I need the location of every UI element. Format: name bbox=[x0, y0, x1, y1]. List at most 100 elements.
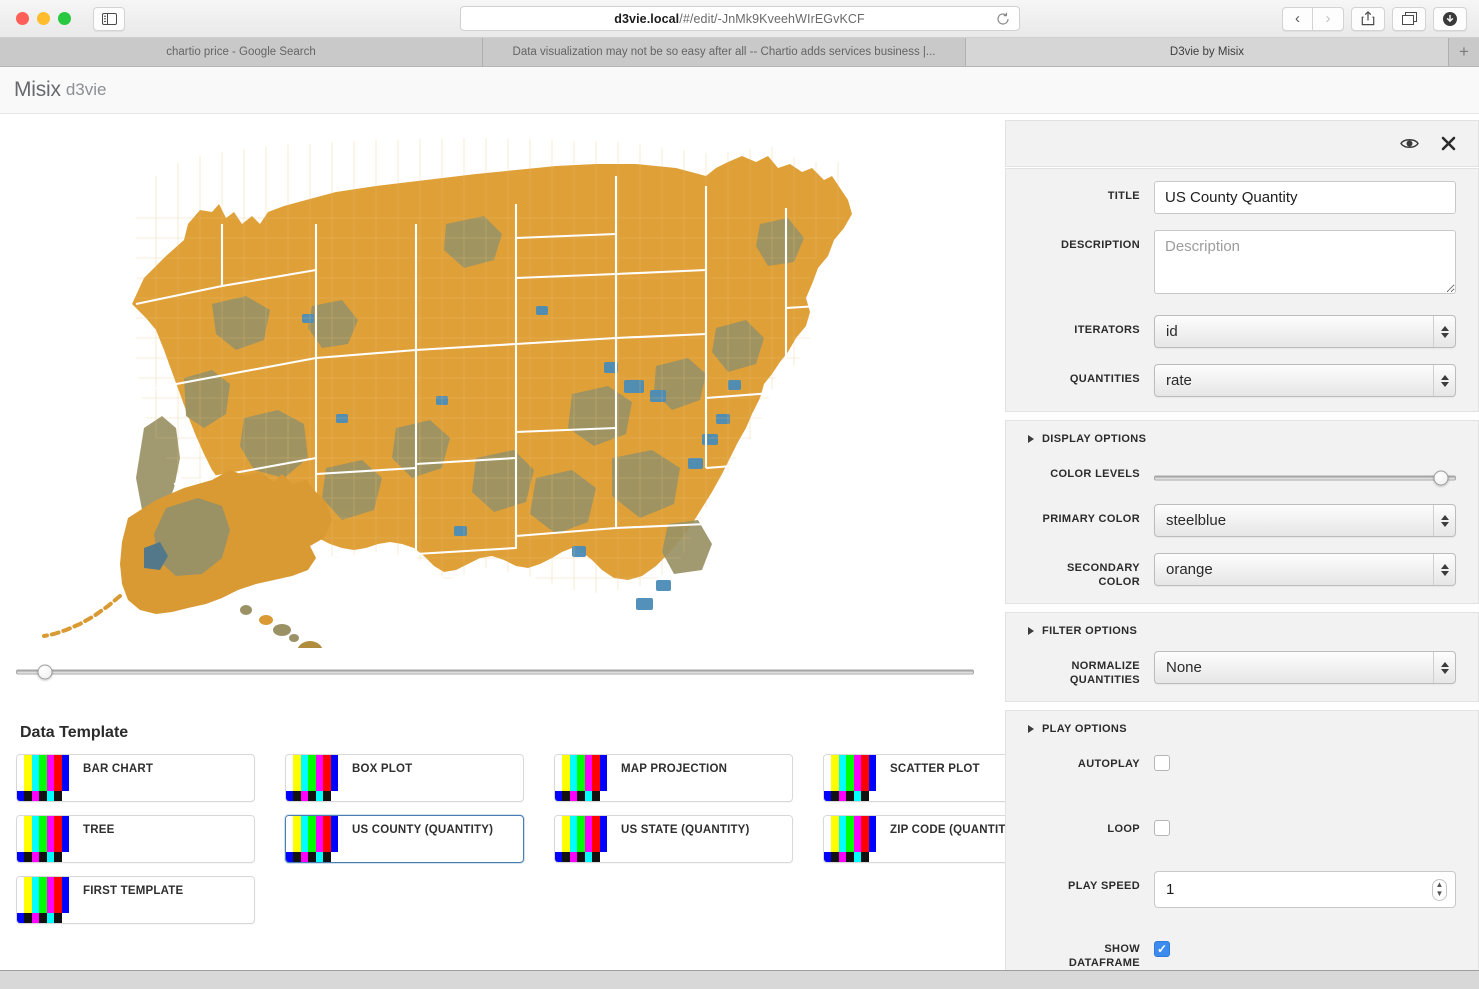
color-levels-rail bbox=[1154, 476, 1456, 481]
share-button[interactable] bbox=[1351, 7, 1385, 31]
play-speed-row: PLAY SPEED 1 ▲ ▼ bbox=[1028, 871, 1456, 908]
chevron-right-icon bbox=[1028, 725, 1034, 733]
chevron-right-icon: › bbox=[1326, 11, 1331, 26]
browser-tab-bar: chartio price - Google Search Data visua… bbox=[0, 38, 1479, 67]
new-tab-button[interactable]: + bbox=[1449, 38, 1479, 66]
template-card[interactable]: TREE bbox=[16, 815, 255, 863]
template-thumbnail-icon bbox=[17, 877, 69, 923]
normalize-quantities-select[interactable]: None bbox=[1154, 651, 1456, 684]
play-options-toggle[interactable]: PLAY OPTIONS bbox=[1028, 723, 1456, 735]
primary-color-row: PRIMARY COLOR steelblue bbox=[1028, 504, 1456, 537]
display-options-toggle[interactable]: DISPLAY OPTIONS bbox=[1028, 433, 1456, 445]
primary-color-label: PRIMARY COLOR bbox=[1028, 504, 1154, 526]
iterators-value: id bbox=[1166, 323, 1178, 340]
browser-toolbar: d3vie.local/#/edit/-JnMk9KveehWIrEGvKCF … bbox=[0, 0, 1479, 38]
check-glyph: ✓ bbox=[1157, 942, 1167, 956]
data-template-section: Data Template BAR CHART BOX PLOT MAP PROJE… bbox=[16, 724, 974, 924]
filter-options-block: FILTER OPTIONS NORMALIZE QUANTITIES None bbox=[1005, 612, 1479, 702]
autoplay-row: AUTOPLAY bbox=[1028, 749, 1456, 776]
normalize-quantities-value: None bbox=[1166, 659, 1202, 676]
tab-label: chartio price - Google Search bbox=[166, 46, 316, 58]
autoplay-checkbox[interactable] bbox=[1154, 755, 1170, 771]
stepper-icon[interactable] bbox=[1433, 554, 1455, 585]
sidebar-toggle-button[interactable] bbox=[93, 7, 125, 31]
loop-checkbox[interactable] bbox=[1154, 820, 1170, 836]
secondary-color-label: SECONDARY COLOR bbox=[1028, 553, 1154, 589]
timeline-slider-handle[interactable] bbox=[37, 665, 52, 680]
title-input[interactable] bbox=[1154, 181, 1456, 214]
display-options-block: DISPLAY OPTIONS COLOR LEVELS PRIMARY COL… bbox=[1005, 420, 1479, 604]
browser-tab-0[interactable]: chartio price - Google Search bbox=[0, 38, 483, 66]
template-card-label: FIRST TEMPLATE bbox=[69, 877, 254, 923]
navigation-button-group: ‹ › bbox=[1282, 7, 1344, 31]
close-panel-icon[interactable] bbox=[1441, 136, 1456, 151]
address-bar-container: d3vie.local/#/edit/-JnMk9KveehWIrEGvKCF bbox=[460, 6, 1020, 31]
filter-options-toggle[interactable]: FILTER OPTIONS bbox=[1028, 625, 1456, 637]
play-options-label: PLAY OPTIONS bbox=[1042, 723, 1127, 735]
template-thumbnail-icon bbox=[286, 816, 338, 862]
filter-options-label: FILTER OPTIONS bbox=[1042, 625, 1137, 637]
description-label: DESCRIPTION bbox=[1028, 230, 1154, 252]
back-button[interactable]: ‹ bbox=[1282, 7, 1313, 31]
zoom-window-button[interactable] bbox=[58, 12, 71, 25]
play-speed-value: 1 bbox=[1166, 881, 1174, 898]
template-grid: BAR CHARTBOX PLOTMAP PROJECTIONSCATTER P… bbox=[16, 754, 974, 924]
minimize-window-button[interactable] bbox=[37, 12, 50, 25]
downloads-button[interactable] bbox=[1433, 7, 1467, 31]
quantities-row: QUANTITIES rate bbox=[1028, 364, 1456, 397]
normalize-quantities-label: NORMALIZE QUANTITIES bbox=[1028, 651, 1154, 687]
browser-tab-1[interactable]: Data visualization may not be so easy af… bbox=[483, 38, 966, 66]
template-card[interactable]: US COUNTY (QUANTITY) bbox=[285, 815, 524, 863]
template-card-label: US STATE (QUANTITY) bbox=[607, 816, 792, 862]
preview-eye-icon[interactable] bbox=[1400, 137, 1419, 150]
template-card[interactable]: FIRST TEMPLATE bbox=[16, 876, 255, 924]
tab-label: D3vie by Misix bbox=[1170, 46, 1244, 58]
template-card[interactable]: US STATE (QUANTITY) bbox=[554, 815, 793, 863]
description-textarea[interactable] bbox=[1154, 230, 1456, 294]
template-card[interactable]: BOX PLOT bbox=[285, 754, 524, 802]
color-levels-row: COLOR LEVELS bbox=[1028, 459, 1456, 488]
forward-button[interactable]: › bbox=[1313, 7, 1344, 31]
timeline-slider-row bbox=[16, 662, 974, 682]
secondary-color-value: orange bbox=[1166, 561, 1213, 578]
primary-color-value: steelblue bbox=[1166, 512, 1226, 529]
template-card-label: BAR CHART bbox=[69, 755, 254, 801]
template-card-label: TREE bbox=[69, 816, 254, 862]
visualization-column: Data Template BAR CHART BOX PLOT MAP PROJE… bbox=[0, 114, 990, 989]
options-panel: TITLE DESCRIPTION ITERATORS id bbox=[1005, 114, 1479, 989]
data-template-heading: Data Template bbox=[20, 724, 974, 742]
stepper-icon[interactable] bbox=[1433, 365, 1455, 396]
stepper-icon[interactable] bbox=[1433, 652, 1455, 683]
description-row: DESCRIPTION bbox=[1028, 230, 1456, 299]
template-thumbnail-icon bbox=[286, 755, 338, 801]
play-speed-label: PLAY SPEED bbox=[1028, 871, 1154, 893]
chevron-down-icon: ▼ bbox=[1436, 891, 1444, 897]
reload-icon[interactable] bbox=[996, 12, 1010, 26]
display-options-label: DISPLAY OPTIONS bbox=[1042, 433, 1146, 445]
primary-color-select[interactable]: steelblue bbox=[1154, 504, 1456, 537]
template-thumbnail-icon bbox=[555, 816, 607, 862]
secondary-color-select[interactable]: orange bbox=[1154, 553, 1456, 586]
iterators-row: ITERATORS id bbox=[1028, 315, 1456, 348]
address-bar[interactable]: d3vie.local/#/edit/-JnMk9KveehWIrEGvKCF bbox=[460, 6, 1020, 31]
iterators-select[interactable]: id bbox=[1154, 315, 1456, 348]
template-card[interactable]: MAP PROJECTION bbox=[554, 754, 793, 802]
quantities-select[interactable]: rate bbox=[1154, 364, 1456, 397]
stepper-icon[interactable] bbox=[1433, 316, 1455, 347]
timeline-slider[interactable] bbox=[16, 662, 974, 682]
template-thumbnail-icon bbox=[824, 755, 876, 801]
show-dataframe-label-line1: SHOW bbox=[1104, 943, 1140, 955]
us-county-choropleth[interactable] bbox=[16, 128, 974, 648]
show-tabs-button[interactable] bbox=[1392, 7, 1426, 31]
close-window-button[interactable] bbox=[16, 12, 29, 25]
show-dataframe-checkbox[interactable]: ✓ bbox=[1154, 941, 1170, 957]
stepper-icon[interactable] bbox=[1433, 505, 1455, 536]
color-levels-slider[interactable] bbox=[1154, 468, 1456, 488]
number-stepper-icon[interactable]: ▲ ▼ bbox=[1432, 879, 1447, 901]
color-levels-handle[interactable] bbox=[1433, 471, 1448, 486]
normalize-label-line2: QUANTITIES bbox=[1070, 674, 1140, 686]
template-card-label: BOX PLOT bbox=[338, 755, 523, 801]
browser-tab-2[interactable]: D3vie by Misix bbox=[966, 38, 1449, 66]
template-card[interactable]: BAR CHART bbox=[16, 754, 255, 802]
play-speed-input[interactable]: 1 ▲ ▼ bbox=[1154, 871, 1456, 908]
